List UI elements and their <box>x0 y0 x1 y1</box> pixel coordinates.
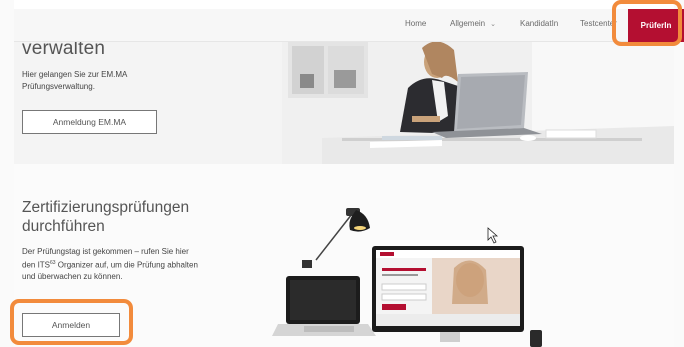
top-navigation: Home Allgemein ⌄ KandidatIn Testcenter Pr… <box>14 9 684 42</box>
nav-item-home[interactable]: Home <box>405 19 426 28</box>
section-emma-title: verwalten <box>22 42 106 59</box>
chevron-down-icon: ⌄ <box>490 21 497 28</box>
devices-illustration-image <box>272 208 542 347</box>
page-margin-right <box>674 0 684 347</box>
section-emma-text: Hier gelangen Sie zur EM.MA Prüfungsverw… <box>22 70 127 91</box>
nav-item-allgemein-label: Allgemein <box>450 19 486 28</box>
section-zertifizierung-title: Zertifizierungsprüfungen durchführen <box>22 198 189 236</box>
office-woman-laptop-image <box>282 42 674 164</box>
page: Home Allgemein ⌄ KandidatIn Testcenter Pr… <box>0 0 684 347</box>
section-zertifizierung-text: Der Prüfungstag ist gekommen – rufen Sie… <box>22 246 200 282</box>
nav-item-allgemein[interactable]: Allgemein ⌄ <box>450 19 496 28</box>
nav-item-kandidatin[interactable]: KandidatIn <box>520 19 558 28</box>
anmeldung-emma-button[interactable]: Anmeldung EM.MA <box>22 110 157 134</box>
highlight-prueferin <box>612 0 682 46</box>
highlight-anmelden <box>10 299 133 345</box>
section-zertifizierung-title-line2: durchführen <box>22 218 105 235</box>
section-zertifizierung-title-line1: Zertifizierungsprüfungen <box>22 199 190 216</box>
page-margin-left <box>0 0 14 347</box>
section-emma: verwalten Hier gelangen Sie zur EM.MA Pr… <box>14 42 674 164</box>
